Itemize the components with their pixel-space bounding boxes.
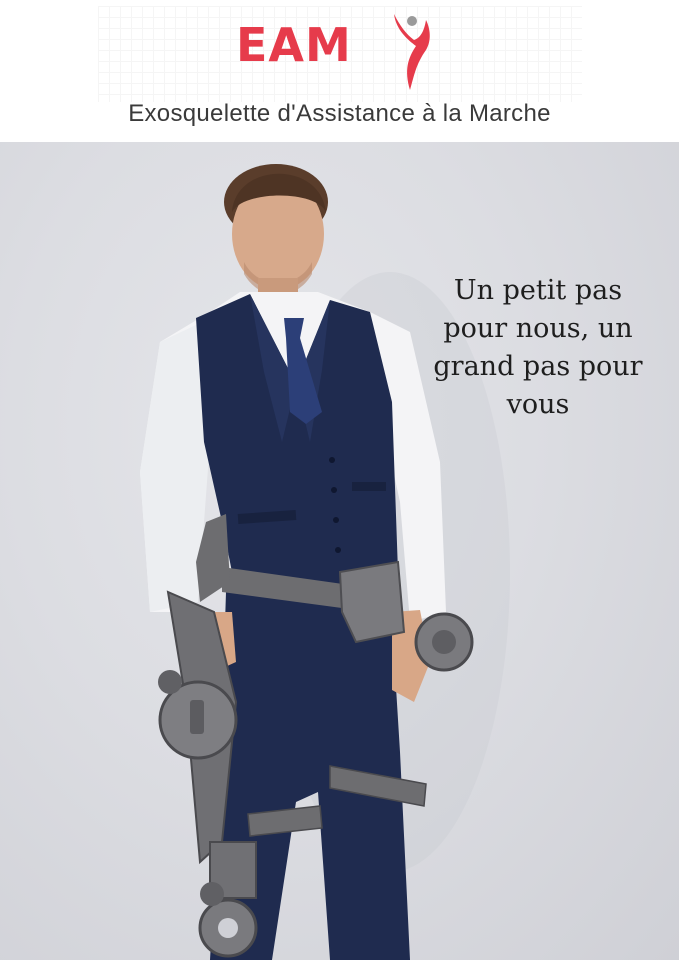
subtitle: Exosquelette d'Assistance à la Marche <box>128 100 551 127</box>
header: EAM Exosquelette d'Assistance à la March… <box>0 0 679 142</box>
slogan-line: Un petit pas <box>453 275 623 306</box>
slogan: Un petit pas pour nous, un grand pas pou… <box>418 272 658 424</box>
poster: EAM Exosquelette d'Assistance à la March… <box>0 0 679 960</box>
slogan-line: vous <box>506 389 570 420</box>
man-with-exoskeleton-illustration <box>140 164 510 960</box>
walking-person-icon <box>394 14 430 90</box>
slogan-line: pour nous, un <box>443 313 633 344</box>
logo-text: EAM <box>236 18 352 72</box>
slogan-line: grand pas pour <box>433 351 643 382</box>
